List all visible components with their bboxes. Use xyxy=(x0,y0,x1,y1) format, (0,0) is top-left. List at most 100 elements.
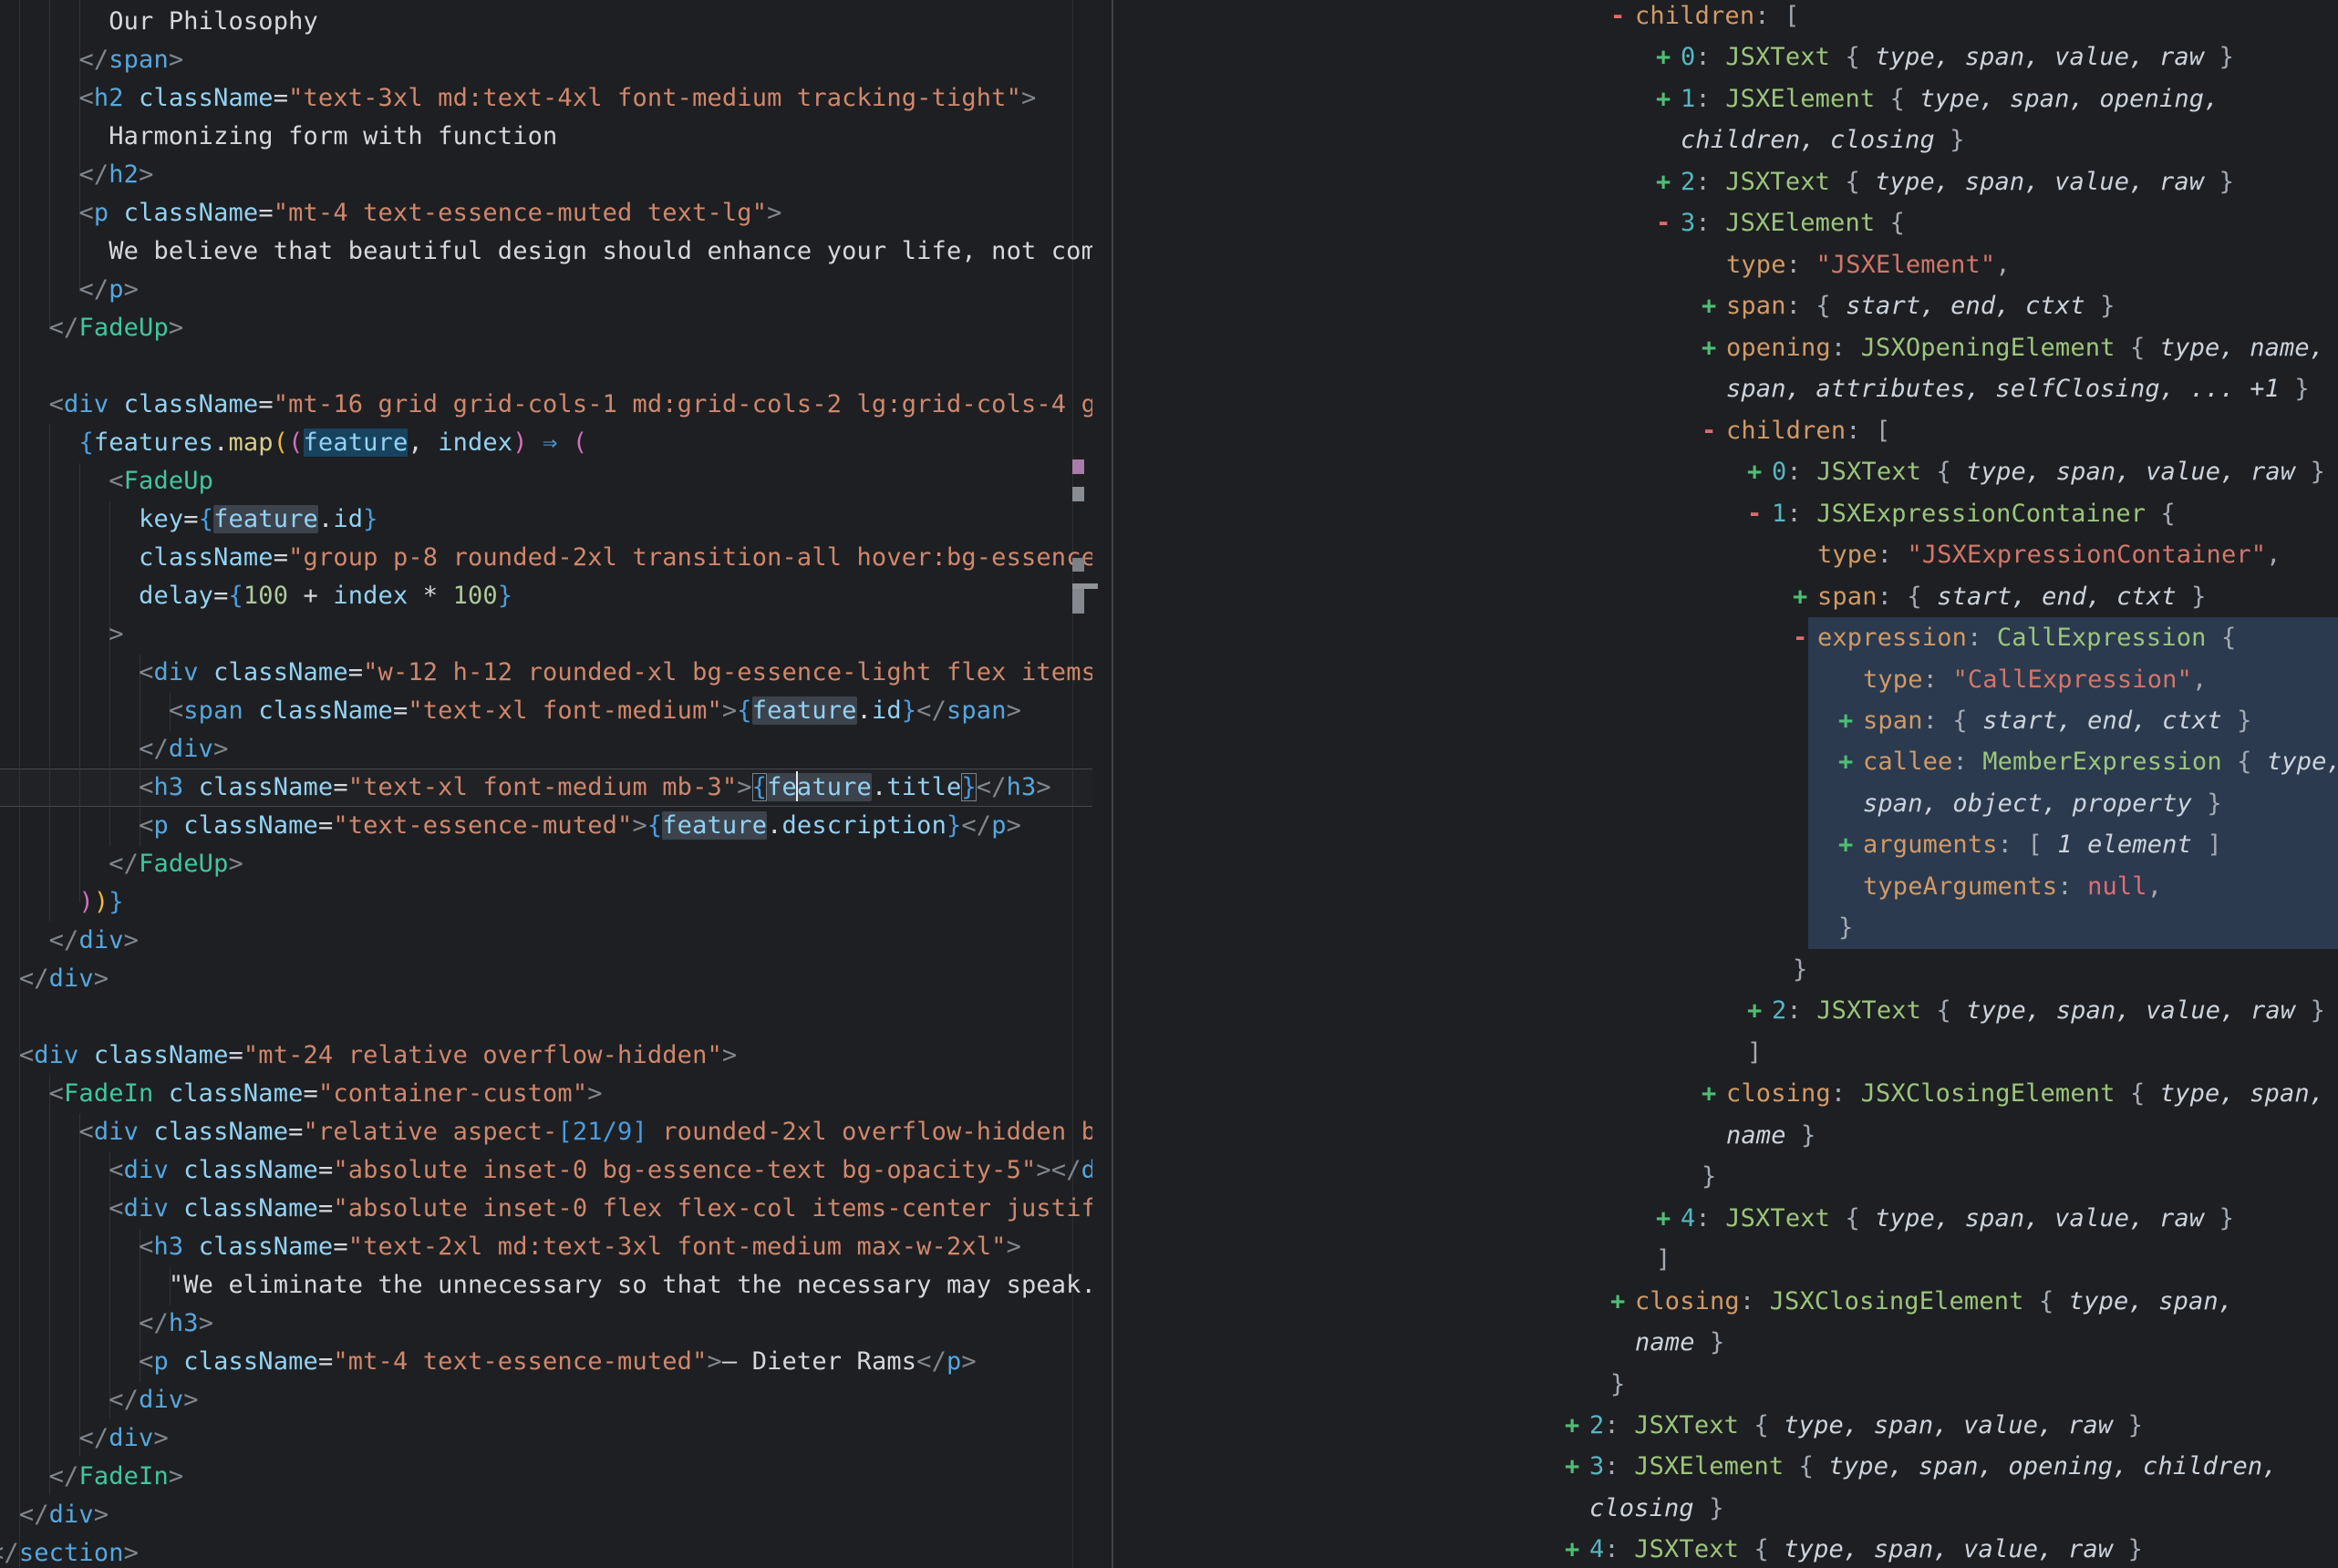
ast-tree-row[interactable]: +0: JSXText { type, span, value, raw } xyxy=(1747,451,2325,493)
expand-icon[interactable]: + xyxy=(1565,1405,1589,1447)
code-line[interactable]: Harmonizing form with function xyxy=(0,118,557,156)
code-line[interactable]: "We eliminate the unnecessary so that th… xyxy=(0,1266,1092,1305)
code-editor-pane[interactable]: Our Philosophy </span> <h2 className="te… xyxy=(0,0,1092,1568)
code-line[interactable]: </div> xyxy=(0,1496,109,1534)
ast-tree-row[interactable]: name } xyxy=(1610,1322,1724,1364)
ast-tree-row[interactable]: } xyxy=(1702,1156,1716,1198)
code-line[interactable]: {features.map((feature, index) ⇒ ( xyxy=(0,424,587,462)
code-line[interactable]: <h2 className="text-3xl md:text-4xl font… xyxy=(0,79,1036,118)
code-line[interactable]: <FadeUp xyxy=(0,462,213,500)
expand-icon[interactable]: + xyxy=(1702,327,1726,369)
ast-tree-row[interactable]: -children: [ xyxy=(1610,0,1799,37)
ast-tree-row[interactable]: type: "JSXExpressionContainer", xyxy=(1793,534,2281,576)
ast-tree-row[interactable]: +4: JSXText { type, span, value, raw } xyxy=(1656,1198,2234,1240)
ast-tree-row[interactable]: -children: [ xyxy=(1702,410,1890,452)
ast-tree-row[interactable]: } xyxy=(1838,907,1853,949)
ast-tree-row[interactable]: +span: { start, end, ctxt } xyxy=(1793,576,2207,618)
code-line[interactable]: </FadeUp> xyxy=(0,309,183,347)
ast-tree-row[interactable]: typeArguments: null, xyxy=(1838,866,2162,908)
ast-tree-row[interactable]: name } xyxy=(1702,1115,1816,1157)
panel-divider[interactable] xyxy=(1112,0,1113,1568)
code-line[interactable]: <div className="w-12 h-12 rounded-xl bg-… xyxy=(0,654,1092,692)
code-line[interactable]: </div> xyxy=(0,960,109,998)
code-line[interactable]: <h3 className="text-2xl md:text-3xl font… xyxy=(0,1228,1021,1266)
expand-icon[interactable]: + xyxy=(1838,741,1863,783)
code-line[interactable]: <span className="text-xl font-medium">{f… xyxy=(0,692,1021,730)
code-line[interactable]: </FadeIn> xyxy=(0,1458,183,1496)
code-line[interactable]: </h3> xyxy=(0,1305,213,1343)
expand-icon[interactable]: + xyxy=(1702,1073,1726,1115)
expand-icon[interactable]: + xyxy=(1656,36,1681,78)
ast-tree-row[interactable]: +callee: MemberExpression { type, xyxy=(1838,741,2338,783)
ast-tree-row[interactable]: +span: { start, end, ctxt } xyxy=(1702,285,2116,327)
code-line[interactable]: <div className="absolute inset-0 flex fl… xyxy=(0,1190,1092,1228)
code-line[interactable]: Our Philosophy xyxy=(0,3,318,41)
code-line[interactable]: </p> xyxy=(0,271,139,309)
expand-icon[interactable]: + xyxy=(1793,576,1817,618)
ast-tree-panel[interactable]: -children: [+0: JSXText { type, span, va… xyxy=(1114,0,2338,1568)
ast-tree-row[interactable]: type: "JSXElement", xyxy=(1702,244,2011,286)
ast-tree-row[interactable]: +1: JSXElement { type, span, opening, xyxy=(1656,78,2219,120)
code-line[interactable]: <FadeIn className="container-custom"> xyxy=(0,1075,603,1113)
ast-tree-row[interactable]: closing } xyxy=(1565,1488,1724,1530)
code-line[interactable]: <div className="mt-16 grid grid-cols-1 m… xyxy=(0,386,1092,424)
code-line[interactable]: </div> xyxy=(0,730,229,769)
code-line[interactable]: className="group p-8 rounded-2xl transit… xyxy=(0,539,1092,577)
code-line[interactable]: <div className="absolute inset-0 bg-esse… xyxy=(0,1151,1092,1190)
ast-tree-row[interactable]: span, attributes, selfClosing, ... +1 } xyxy=(1702,368,2310,410)
ast-tree-row[interactable]: +span: { start, end, ctxt } xyxy=(1838,700,2252,742)
ast-tree-row[interactable]: +3: JSXElement { type, span, opening, ch… xyxy=(1565,1446,2278,1488)
collapse-icon[interactable]: - xyxy=(1610,0,1635,37)
code-line[interactable]: </FadeUp> xyxy=(0,845,243,883)
collapse-icon[interactable]: - xyxy=(1702,410,1726,452)
code-line[interactable]: </span> xyxy=(0,41,183,79)
ast-tree-row[interactable]: -expression: CallExpression { xyxy=(1793,617,2236,659)
code-line[interactable]: <p className="text-essence-muted">{featu… xyxy=(0,807,1021,845)
expand-icon[interactable]: + xyxy=(1838,824,1863,866)
code-line[interactable]: <p className="mt-4 text-essence-muted te… xyxy=(0,194,782,232)
ast-tree-row[interactable]: +0: JSXText { type, span, value, raw } xyxy=(1656,36,2234,78)
ast-tree-row[interactable]: +opening: JSXOpeningElement { type, name… xyxy=(1702,327,2324,369)
ast-tree-row[interactable]: +2: JSXText { type, span, value, raw } xyxy=(1656,161,2234,203)
expand-icon[interactable]: + xyxy=(1565,1446,1589,1488)
expand-icon[interactable]: + xyxy=(1838,700,1863,742)
code-line[interactable]: </div> xyxy=(0,1419,169,1458)
expand-icon[interactable]: + xyxy=(1747,990,1772,1032)
expand-icon[interactable]: + xyxy=(1747,451,1772,493)
ast-tree-row[interactable]: span, object, property } xyxy=(1838,783,2222,825)
code-line[interactable]: <h3 className="text-xl font-medium mb-3"… xyxy=(0,769,1051,807)
ast-tree-row[interactable]: +arguments: [ 1 element ] xyxy=(1838,824,2222,866)
expand-icon[interactable]: + xyxy=(1656,78,1681,120)
collapse-icon[interactable]: - xyxy=(1793,617,1817,659)
ast-tree-row[interactable]: type: "CallExpression", xyxy=(1838,659,2207,701)
expand-icon[interactable]: + xyxy=(1610,1281,1635,1323)
code-line[interactable]: </section> xyxy=(0,1534,139,1568)
code-line[interactable]: > xyxy=(0,615,124,654)
expand-icon[interactable]: + xyxy=(1565,1529,1589,1568)
ast-tree-row[interactable]: +2: JSXText { type, span, value, raw } xyxy=(1565,1405,2143,1447)
expand-icon[interactable]: + xyxy=(1656,161,1681,203)
code-line[interactable]: </div> xyxy=(0,922,139,960)
ast-tree-row[interactable]: } xyxy=(1793,949,1807,991)
ast-tree-row[interactable]: +closing: JSXClosingElement { type, span… xyxy=(1702,1073,2324,1115)
ast-tree-row[interactable]: children, closing } xyxy=(1656,119,1965,161)
code-line[interactable]: ))} xyxy=(0,883,124,922)
code-line[interactable]: <p className="mt-4 text-essence-muted">—… xyxy=(0,1343,977,1381)
code-line[interactable]: <div className="mt-24 relative overflow-… xyxy=(0,1037,737,1075)
expand-icon[interactable]: + xyxy=(1702,285,1726,327)
code-line[interactable]: key={feature.id} xyxy=(0,500,378,539)
ast-tree-row[interactable]: ] xyxy=(1656,1239,1671,1281)
ast-tree-row[interactable]: -1: JSXExpressionContainer { xyxy=(1747,493,2176,535)
code-line[interactable]: We believe that beautiful design should … xyxy=(0,232,1092,271)
code-line[interactable]: </h2> xyxy=(0,156,153,194)
code-line[interactable]: delay={100 + index * 100} xyxy=(0,577,512,615)
ast-tree-row[interactable]: } xyxy=(1610,1364,1625,1406)
collapse-icon[interactable]: - xyxy=(1747,493,1772,535)
expand-icon[interactable]: + xyxy=(1656,1198,1681,1240)
collapse-icon[interactable]: - xyxy=(1656,202,1681,244)
ast-tree-row[interactable]: ] xyxy=(1747,1032,1762,1074)
ast-tree-row[interactable]: +2: JSXText { type, span, value, raw } xyxy=(1747,990,2325,1032)
code-line[interactable]: </div> xyxy=(0,1381,199,1419)
ast-tree-row[interactable]: +4: JSXText { type, span, value, raw } xyxy=(1565,1529,2143,1568)
ast-tree-row[interactable]: +closing: JSXClosingElement { type, span… xyxy=(1610,1281,2233,1323)
